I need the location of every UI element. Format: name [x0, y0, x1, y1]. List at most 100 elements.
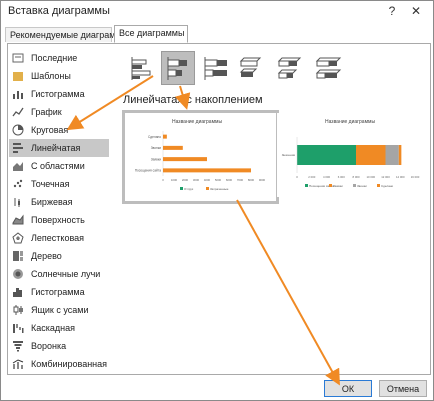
preview2-legend-swatch [377, 184, 380, 187]
preview2-bar-segment [398, 145, 402, 165]
clustered-bar-icon [131, 57, 151, 80]
sidebar-item-pie-chart[interactable]: Круговая [9, 121, 109, 139]
subtype-heading: Линейчатая с накоплением [123, 94, 263, 106]
sidebar-item-label: Комбинированная [31, 359, 108, 369]
preview2-bar-segment [356, 145, 386, 165]
sidebar-item-label: Круговая [31, 125, 69, 135]
cancel-button[interactable]: Отмена [379, 380, 427, 397]
preview1-legend-swatch [206, 187, 209, 190]
sidebar-item-column-chart[interactable]: Гистограмма [9, 85, 109, 103]
preview2-title: Название диаграммы [325, 119, 375, 125]
chart-type-list: Последние Шаблоны Гистограмма График Кругова… [9, 49, 109, 373]
sidebar-item-recent[interactable]: Последние [9, 49, 109, 67]
preview2-tick-label: 6 000 [338, 175, 345, 179]
funnel-chart-icon [12, 340, 24, 352]
sidebar-item-line-chart[interactable]: График [9, 103, 109, 121]
preview1-bar [163, 145, 183, 150]
chart-preview-stacked-by-series[interactable]: Название диаграммы Значения 0 2 000 4 000 6 0… [277, 113, 423, 197]
sidebar-item-label: Последние [31, 53, 78, 63]
sidebar-item-templates[interactable]: Шаблоны [9, 67, 109, 85]
subtype-3d-100-stacked-bar[interactable] [311, 51, 345, 85]
preview1-category-label: Сделано [148, 135, 161, 139]
preview1-tick-label: 3000 [193, 178, 200, 182]
preview2-legend-label: Звонки [357, 184, 367, 188]
subtype-3d-clustered-bar[interactable] [235, 51, 269, 85]
chart-preview-stacked-by-category[interactable]: Название диаграммы Посещения сайта Заявки З… [122, 110, 279, 204]
subtype-stacked-bar[interactable] [161, 51, 195, 85]
tab-all-charts[interactable]: Все диаграммы [114, 25, 188, 43]
subtype-3d-stacked-bar[interactable] [273, 51, 307, 85]
sidebar-item-treemap-chart[interactable]: Дерево [9, 247, 109, 265]
preview2-legend-swatch [305, 184, 308, 187]
preview2-tick-label: 2 000 [308, 175, 315, 179]
preview1-title: Название диаграммы [172, 119, 222, 125]
dialog-title: Вставка диаграммы [8, 5, 110, 17]
title-bar: Вставка диаграммы ? ✕ [1, 1, 433, 23]
sidebar-item-waterfall-chart[interactable]: Каскадная [9, 319, 109, 337]
preview2-legend-swatch [353, 184, 356, 187]
preview1-tick-label: 8000 [248, 178, 255, 182]
sidebar-item-label: Ящик с усами [31, 305, 89, 315]
preview1-category-label: Посещения сайта [135, 169, 162, 173]
stock-chart-icon [12, 196, 24, 208]
subtype-100-stacked-bar[interactable] [199, 51, 233, 85]
3d-stacked-bar-icon [277, 57, 302, 79]
preview1-tick-label: 7000 [237, 178, 244, 182]
sidebar-item-surface-chart[interactable]: Поверхность [9, 211, 109, 229]
sidebar-item-histogram-chart[interactable]: Гистограмма [9, 283, 109, 301]
preview1-legend-label: Затраченные [210, 187, 229, 191]
sidebar-item-label: Точечная [31, 179, 70, 189]
sidebar-item-stock-chart[interactable]: Биржевая [9, 193, 109, 211]
sidebar-item-label: Поверхность [31, 215, 85, 225]
preview1-tick-label: 4000 [204, 178, 211, 182]
pie-chart-icon [12, 124, 24, 136]
preview1-legend-swatch [180, 187, 183, 190]
sidebar-item-label: Солнечные лучи [31, 269, 101, 279]
3d-clustered-bar-icon [239, 57, 262, 77]
templates-icon [12, 70, 24, 82]
preview1-tick-label: 6000 [226, 178, 233, 182]
subtype-clustered-bar[interactable] [125, 51, 159, 85]
sidebar-item-sunburst-chart[interactable]: Солнечные лучи [9, 265, 109, 283]
combo-chart-icon [12, 358, 24, 370]
sidebar-item-label: Лепестковая [31, 233, 85, 243]
preview1-category-label: Заявки [151, 157, 162, 161]
3d-100-stacked-bar-icon [315, 57, 342, 79]
sidebar-item-bar-chart[interactable]: Линейчатая [9, 139, 109, 157]
preview1-bar [163, 134, 167, 139]
sidebar-item-combo-chart[interactable]: Комбинированная [9, 355, 109, 373]
sidebar-item-area-chart[interactable]: С областями [9, 157, 109, 175]
sidebar-item-label: Воронка [31, 341, 67, 351]
preview2-bar-segment [297, 145, 356, 165]
ok-button[interactable]: ОК [324, 380, 372, 397]
surface-chart-icon [12, 214, 24, 226]
preview1-tick-label: 5000 [215, 178, 222, 182]
preview2-tick-label: 8 000 [353, 175, 360, 179]
scatter-chart-icon [12, 178, 24, 190]
help-button[interactable]: ? [383, 3, 401, 19]
line-chart-icon [12, 106, 24, 118]
sidebar-item-funnel-chart[interactable]: Воронка [9, 337, 109, 355]
preview2-tick-label: 16 000 [411, 175, 420, 179]
preview2-legend-swatch [329, 184, 332, 187]
tab-recommended[interactable]: Рекомендуемые диаграммы [5, 27, 128, 42]
preview2-tick-label: 12 000 [381, 175, 390, 179]
waterfall-chart-icon [12, 322, 24, 334]
sidebar-item-box-whisker-chart[interactable]: Ящик с усами [9, 301, 109, 319]
100-stacked-bar-icon [204, 57, 227, 80]
histogram-chart-icon [12, 286, 24, 298]
bar-chart-icon [12, 142, 24, 154]
preview2-tick-label: 14 000 [396, 175, 405, 179]
insert-chart-dialog: Вставка диаграммы ? ✕ Рекомендуемые диаг… [0, 0, 434, 401]
sidebar-item-scatter-chart[interactable]: Точечная [9, 175, 109, 193]
sidebar-item-label: Биржевая [31, 197, 73, 207]
preview2-bar-segment [385, 145, 399, 165]
close-button[interactable]: ✕ [407, 3, 425, 19]
sidebar-item-label: Шаблоны [31, 71, 71, 81]
sidebar-item-label: Линейчатая [31, 143, 81, 153]
preview2-tick-label: 10 000 [366, 175, 375, 179]
sunburst-chart-icon [12, 268, 24, 280]
sidebar-item-label: Дерево [31, 251, 62, 261]
sidebar-item-radar-chart[interactable]: Лепестковая [9, 229, 109, 247]
area-chart-icon [12, 160, 24, 172]
